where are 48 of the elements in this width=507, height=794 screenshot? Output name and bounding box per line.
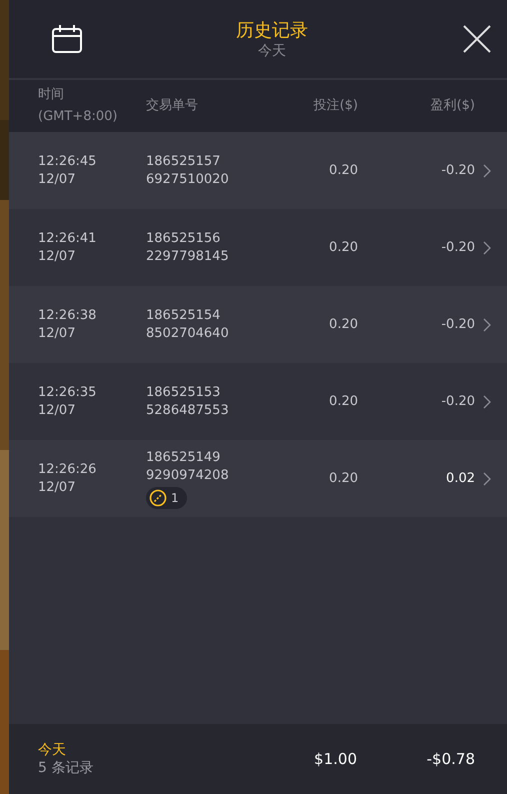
bet-cell-text: 0.20 xyxy=(328,392,358,410)
order-id-cell: 186525149 xyxy=(146,448,220,466)
date-range-label: 今天 xyxy=(258,42,286,60)
profit-cell-text: -0.20 xyxy=(440,394,475,409)
date-cell: 12/07 xyxy=(38,170,76,188)
chevron-icon xyxy=(483,394,491,408)
order-id-cell: 186525154 xyxy=(146,306,220,324)
time-cell: 12:26:41 xyxy=(38,230,96,248)
record-count: 5 条记录 xyxy=(38,759,94,777)
order-id-cell: 8502704640 xyxy=(146,324,229,342)
time-cell: 12:26:35 xyxy=(38,384,96,402)
order-id-cell: 9290974208 xyxy=(146,466,229,484)
bet-cell-text: 0.20 xyxy=(328,470,358,488)
profit-cell-text: -0.20 xyxy=(440,240,475,255)
time-cell: 12:26:45 xyxy=(38,152,96,170)
total-profit: -$0.78 xyxy=(426,750,475,768)
date-cell: 12/07 xyxy=(38,324,76,342)
date-cell: 12/07 xyxy=(38,402,76,420)
column-header: 时间 xyxy=(38,86,65,104)
chevron-icon xyxy=(483,240,491,254)
window-title: 历史记录 xyxy=(236,19,308,42)
column-header: (GMT+8:00) xyxy=(38,108,118,126)
order-id-cell: 2297798145 xyxy=(146,248,229,266)
chevron-icon xyxy=(483,472,491,486)
date-cell: 12/07 xyxy=(38,248,76,266)
order-id-cell: 6927510020 xyxy=(146,170,229,188)
profit-cell-text: -0.20 xyxy=(440,317,475,332)
order-id-cell: 186525153 xyxy=(146,384,220,402)
bet-cell-text: 0.20 xyxy=(328,238,358,256)
bonus-badge: 1 xyxy=(146,486,187,508)
bet-cell-text: 0.20 xyxy=(328,316,358,334)
total-bet: $1.00 xyxy=(313,750,357,768)
date-cell: 12/07 xyxy=(38,478,76,496)
time-cell: 12:26:38 xyxy=(38,306,96,324)
column-header: 交易单号 xyxy=(146,97,199,115)
order-id-cell: 186525157 xyxy=(146,152,220,170)
profit-cell-text: -0.20 xyxy=(440,163,475,178)
gauge-icon xyxy=(149,488,167,506)
bet-cell-text: 0.20 xyxy=(328,162,358,180)
column-header: 投注($) xyxy=(312,97,358,115)
time-cell: 12:26:26 xyxy=(38,460,96,478)
profit-cell-text: 0.02 xyxy=(445,471,475,486)
order-id-cell: 5286487553 xyxy=(146,402,229,420)
column-header: 盈利($) xyxy=(430,97,475,115)
chevron-icon xyxy=(483,164,491,178)
order-id-cell: 186525156 xyxy=(146,230,220,248)
chevron-icon xyxy=(483,318,491,332)
period-label: 今天 xyxy=(38,741,66,759)
